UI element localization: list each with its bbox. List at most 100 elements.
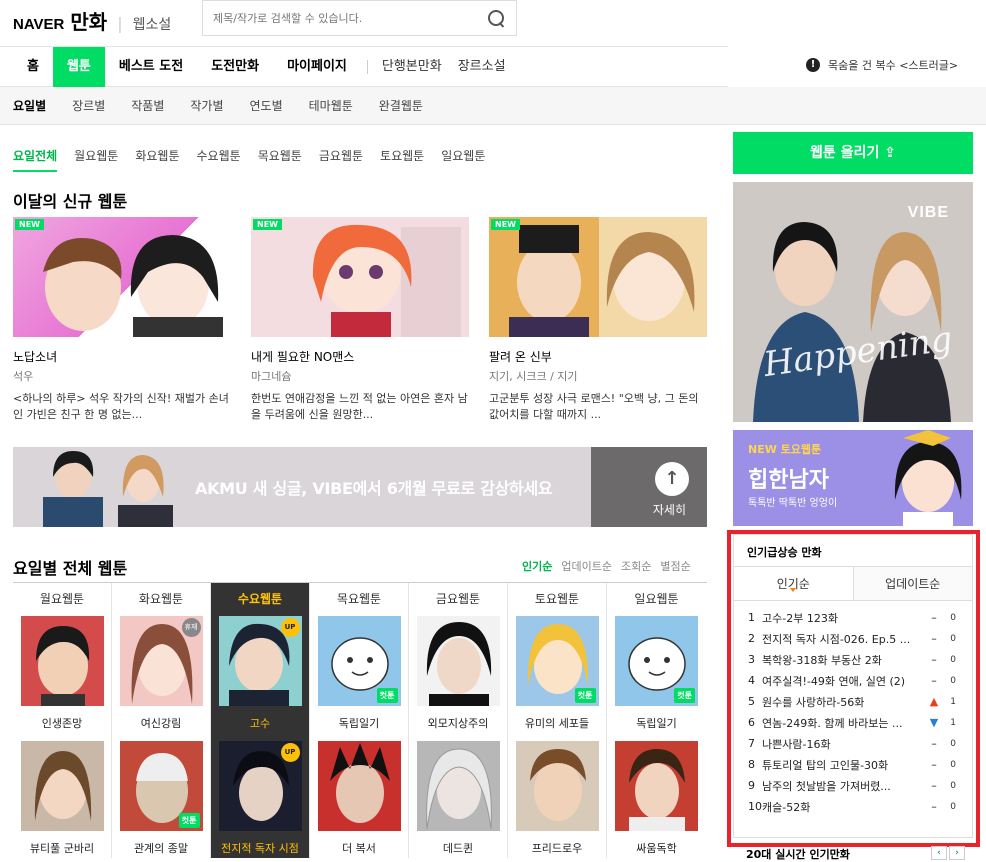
nav-webtoon[interactable]: 웹툰 — [52, 46, 105, 87]
akmu-banner[interactable]: AKMU 새 싱글, VIBE에서 6개월 무료로 감상하세요 ↑ 자세히 — [13, 447, 707, 527]
day-column-mon: 월요웹툰 인생존망 뷰티풀 군바리 — [13, 583, 112, 858]
column-header[interactable]: 목요웹툰 — [310, 583, 408, 616]
webtoon-title[interactable]: 외모지상주의 — [409, 715, 507, 731]
card-title[interactable]: 노답소녀 — [13, 348, 231, 365]
tab-wed[interactable]: 수요웹툰 — [197, 147, 241, 172]
webtoon-title[interactable]: 독립일기 — [310, 715, 408, 731]
subnav-theme[interactable]: 테마웹툰 — [309, 97, 353, 114]
new-badge: NEW — [15, 219, 44, 230]
thumb-art — [426, 622, 491, 706]
column-header[interactable]: 월요웹툰 — [13, 583, 111, 616]
card-thumbnail[interactable]: NEW — [489, 217, 707, 337]
tab-all[interactable]: 요일전체 — [13, 147, 58, 172]
websosul-link[interactable]: 웹소설 — [133, 14, 172, 34]
nav-best-challenge[interactable]: 베스트 도전 — [105, 47, 197, 87]
column-header[interactable]: 화요웹툰 — [112, 583, 210, 616]
new-card[interactable]: NEW 팔려 온 신부 지기, 시크크 / 지기 고군분투 성장 사극 로맨스!… — [489, 217, 707, 423]
webtoon-title[interactable]: 뷰티풀 군바리 — [13, 840, 111, 856]
naver-brand[interactable]: NAVER — [13, 16, 64, 33]
promo-banner[interactable]: NEW 토요웹툰 힙한남자 톡톡반 딱톡반 엉엉이 — [733, 430, 973, 526]
webtoon-title[interactable]: 인생존망 — [13, 715, 111, 731]
sort-views[interactable]: 조회순 — [621, 558, 651, 574]
notice-text[interactable]: 목숨을 건 복수 <스트러글> — [828, 57, 958, 73]
webtoon-title[interactable]: 관계의 종말 — [112, 840, 210, 856]
subnav-year[interactable]: 연도별 — [250, 97, 283, 114]
webtoon-title[interactable]: 싸움독학 — [607, 840, 706, 856]
webtoon-thumbnail[interactable]: UP — [218, 741, 302, 831]
search-input[interactable] — [213, 11, 486, 25]
card-illustration — [43, 235, 223, 337]
card-thumbnail[interactable]: NEW — [13, 217, 231, 337]
promo-title[interactable]: 힙한남자 — [748, 462, 829, 494]
promo-character — [894, 430, 962, 526]
tab-fri[interactable]: 금요웹툰 — [319, 147, 363, 172]
upload-webtoon-button[interactable]: 웹툰 올리기 ⇪ — [733, 132, 973, 174]
webtoon-title[interactable]: 고수 — [211, 715, 309, 731]
webtoon-title[interactable]: 데드퀸 — [409, 840, 507, 856]
tab-mon[interactable]: 월요웹툰 — [74, 147, 118, 172]
naver-manhwa-logo[interactable]: NAVER 만화 | 웹소설 — [13, 6, 171, 35]
vibe-ad[interactable]: VIBE Happening — [733, 182, 973, 422]
thumb-art — [34, 751, 91, 821]
column-header[interactable]: 수요웹툰 — [211, 583, 309, 616]
subnav-author[interactable]: 작가별 — [190, 97, 223, 114]
notice[interactable]: ! 목숨을 건 복수 <스트러글> — [806, 57, 958, 73]
banner-more-label[interactable]: 자세히 — [653, 501, 686, 518]
tab-sun[interactable]: 일요웹툰 — [441, 147, 485, 172]
webtoon-thumbnail[interactable] — [416, 741, 500, 831]
column-header[interactable]: 토요웹툰 — [508, 583, 606, 616]
webtoon-title[interactable]: 프리드로우 — [508, 840, 606, 856]
manhwa-title[interactable]: 만화 — [70, 6, 107, 35]
webtoon-thumbnail[interactable] — [615, 741, 698, 831]
nav-book[interactable]: 단행본만화 — [374, 47, 450, 87]
webtoon-title[interactable]: 전지적 독자 시점 — [211, 840, 309, 856]
card-title[interactable]: 내게 필요한 NO맨스 — [251, 348, 469, 365]
subnav-genre[interactable]: 장르별 — [72, 97, 105, 114]
webtoon-thumbnail[interactable]: 컷툰 — [317, 616, 401, 706]
tab-sat[interactable]: 토요웹툰 — [380, 147, 424, 172]
webtoon-thumbnail[interactable] — [416, 616, 500, 706]
upload-label[interactable]: 웹툰 올리기 — [810, 145, 879, 161]
sub-nav: 요일별 장르별 작품별 작가별 연도별 테마웹툰 완결웹툰 — [0, 87, 986, 125]
webtoon-thumbnail[interactable] — [20, 741, 104, 831]
webtoon-thumbnail[interactable] — [317, 741, 401, 831]
column-header[interactable]: 일요웹툰 — [607, 583, 706, 616]
webtoon-thumbnail[interactable] — [20, 616, 104, 706]
nav-novel[interactable]: 장르소설 — [450, 47, 514, 87]
card-author: 석우 — [13, 370, 34, 383]
webtoon-thumbnail[interactable]: 컷툰 — [119, 741, 203, 831]
new-card[interactable]: NEW 노답소녀 석우 <하나의 하루> 석우 작가의 신작! 재벌가 손녀인 … — [13, 217, 231, 423]
subnav-weekday[interactable]: 요일별 — [13, 97, 46, 114]
webtoon-thumbnail[interactable]: 휴재 — [119, 616, 203, 706]
nav-home[interactable]: 홈 — [13, 47, 53, 87]
webtoon-title[interactable]: 여신강림 — [112, 715, 210, 731]
webtoon-thumbnail[interactable]: 컷툰 — [615, 616, 698, 706]
sort-update[interactable]: 업데이트순 — [561, 558, 612, 574]
webtoon-thumbnail[interactable] — [515, 741, 599, 831]
nav-mypage[interactable]: 마이페이지 — [273, 47, 361, 87]
column-header[interactable]: 금요웹툰 — [409, 583, 507, 616]
banner-artists — [43, 451, 173, 527]
sort-rating[interactable]: 별점순 — [660, 558, 690, 574]
arrow-up-icon[interactable]: ↑ — [655, 462, 689, 496]
tab-tue[interactable]: 화요웹툰 — [135, 147, 179, 172]
webtoon-thumbnail[interactable]: UP — [218, 616, 302, 706]
search-icon[interactable] — [486, 8, 506, 28]
sort-popular[interactable]: 인기순 — [522, 558, 552, 574]
subnav-title[interactable]: 작품별 — [131, 97, 164, 114]
webtoon-title[interactable]: 독립일기 — [607, 715, 706, 731]
card-thumbnail[interactable]: NEW — [251, 217, 469, 337]
upload-icon: ⇪ — [884, 145, 896, 161]
banner-text[interactable]: AKMU 새 싱글, VIBE에서 6개월 무료로 감상하세요 — [195, 475, 553, 499]
webtoon-title[interactable]: 유미의 세포들 — [508, 715, 606, 731]
nav-challenge[interactable]: 도전만화 — [197, 47, 273, 87]
new-badge: NEW — [491, 219, 520, 230]
tab-thu[interactable]: 목요웹툰 — [258, 147, 302, 172]
card-title[interactable]: 팔려 온 신부 — [489, 348, 707, 365]
banner-more-box[interactable]: ↑ 자세히 — [591, 447, 707, 527]
webtoon-thumbnail[interactable]: 컷툰 — [515, 616, 599, 706]
webtoon-title[interactable]: 더 복서 — [310, 840, 408, 856]
realtime-ranking-label: 20대 실시간 인기만화 — [746, 848, 850, 861]
new-card[interactable]: NEW 내게 필요한 NO맨스 마그네슘 한번도 연애감정을 느낀 적 없는 아… — [251, 217, 469, 423]
subnav-complete[interactable]: 완결웹툰 — [379, 97, 423, 114]
